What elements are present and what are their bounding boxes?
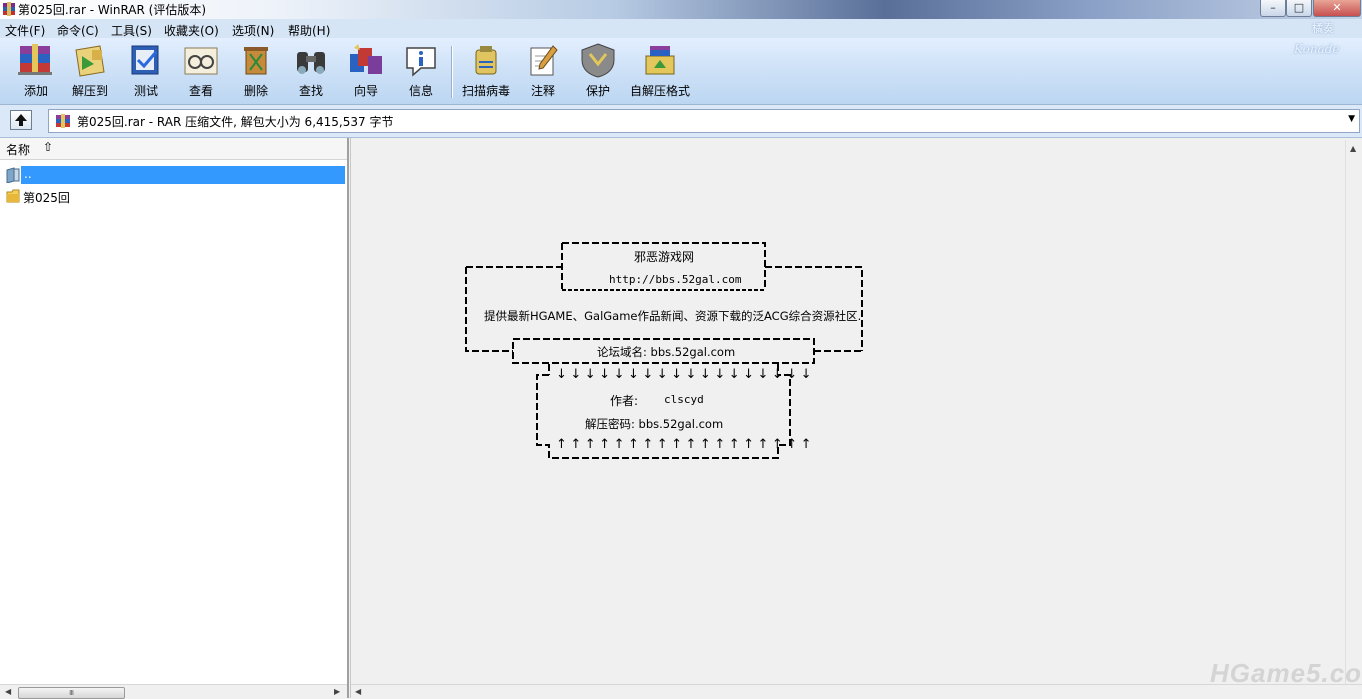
test-label: 测试 [133, 84, 158, 98]
extract-to-label: 解压到 [71, 84, 108, 98]
comment-label: 注释 [530, 84, 555, 98]
comment-description: 提供最新HGAME、GalGame作品新闻、资源下载的泛ACG综合资源社区. [484, 309, 862, 323]
list-item-name: 第025回 [23, 191, 70, 205]
skin-brand-cn: 橘奏 [1312, 22, 1334, 35]
extract-to-icon [75, 45, 105, 77]
find-binoculars-icon [297, 52, 325, 74]
test-icon [131, 45, 159, 75]
add-archive-icon [18, 44, 52, 75]
scroll-left-icon[interactable]: ◀ [355, 687, 361, 696]
address-bar: 第025回.rar - RAR 压缩文件, 解包大小为 6,415,537 字节… [0, 105, 1362, 138]
delete-button[interactable]: 删除 [230, 42, 282, 100]
up-folder-button[interactable] [10, 110, 32, 130]
maximize-button[interactable]: □ [1286, 0, 1312, 17]
add-button[interactable]: 添加 [10, 42, 62, 100]
comment-arrows-up: ↑↑↑↑↑↑↑↑↑↑↑↑↑↑↑↑↑↑ [556, 437, 816, 452]
sort-ascending-icon[interactable]: ⇧ [43, 140, 53, 154]
comment-forum-domain: 论坛域名: bbs.52gal.com [597, 345, 736, 359]
sfx-label: 自解压格式 [629, 84, 690, 98]
sfx-button[interactable]: 自解压格式 [628, 42, 692, 100]
delete-label: 删除 [243, 84, 268, 98]
title-bar: 第025回.rar - WinRAR (评估版本) – □ ✕ [0, 0, 1362, 19]
comment-site-name: 邪恶游戏网 [634, 250, 695, 264]
find-label: 查找 [298, 84, 323, 98]
vertical-scrollbar[interactable]: ▲ [1345, 140, 1362, 684]
parent-folder-icon [6, 167, 20, 183]
comment-icon [530, 45, 558, 76]
menu-bar: 文件(F) 命令(C) 工具(S) 收藏夹(O) 选项(N) 帮助(H) [0, 19, 1362, 39]
info-button[interactable]: 信息 [395, 42, 447, 100]
menu-options[interactable]: 选项(N) [232, 22, 274, 39]
view-button[interactable]: 查看 [175, 42, 227, 100]
skin-brand: Konade [1294, 42, 1340, 56]
address-text: 第025回.rar - RAR 压缩文件, 解包大小为 6,415,537 字节 [77, 115, 394, 129]
comment-author: clscyd [664, 393, 704, 406]
comment-arrows-down: ↓↓↓↓↓↓↓↓↓↓↓↓↓↓↓↓↓↓ [556, 367, 816, 382]
view-label: 查看 [188, 84, 213, 98]
menu-commands[interactable]: 命令(C) [57, 22, 99, 39]
file-list-pane: 名称 ⇧ .. 第025回 ◀ Ⅲ ▶ [0, 138, 349, 699]
extract-to-button[interactable]: 解压到 [64, 42, 116, 100]
watermark: HGame5.com [1210, 658, 1362, 688]
protect-button[interactable]: 保护 [572, 42, 624, 100]
protect-shield-icon [581, 43, 615, 78]
winrar-app-icon [3, 2, 15, 16]
scroll-left-icon[interactable]: ◀ [5, 687, 11, 696]
virus-scan-icon [475, 46, 497, 75]
address-field[interactable]: 第025回.rar - RAR 压缩文件, 解包大小为 6,415,537 字节… [48, 109, 1360, 133]
protect-label: 保护 [585, 84, 610, 98]
view-icon [184, 47, 218, 75]
comment-pane: 邪恶游戏网 http://bbs.52gal.com 提供最新HGAME、Gal… [350, 138, 1362, 699]
address-dropdown-icon[interactable]: ▼ [1348, 114, 1355, 124]
menu-favorites[interactable]: 收藏夹(O) [164, 22, 219, 39]
menu-file[interactable]: 文件(F) [5, 22, 45, 39]
scroll-right-icon[interactable]: ▶ [334, 687, 340, 696]
column-name-label: 名称 [6, 143, 31, 157]
wizard-label: 向导 [353, 84, 378, 98]
list-item-parent-folder[interactable]: .. [2, 166, 345, 184]
info-label: 信息 [408, 84, 433, 98]
list-item-name: .. [24, 167, 32, 181]
rar-archive-icon [56, 114, 70, 128]
test-button[interactable]: 测试 [120, 42, 172, 100]
minimize-button[interactable]: – [1260, 0, 1286, 17]
sfx-icon [645, 46, 675, 75]
toolbar: 添加 解压到 测试 查看 删除 查找 向导 信息 扫描病毒 注释 保护 自解压格… [0, 38, 1362, 105]
folder-icon [6, 189, 20, 203]
up-arrow-icon [15, 114, 27, 126]
add-label: 添加 [23, 84, 48, 98]
horizontal-scrollbar[interactable]: ◀ Ⅲ ▶ [0, 684, 347, 699]
toolbar-separator [451, 46, 452, 98]
list-item-folder[interactable]: 第025回 [2, 188, 345, 206]
menu-help[interactable]: 帮助(H) [288, 22, 330, 39]
comment-url: http://bbs.52gal.com [609, 273, 742, 286]
find-button[interactable]: 查找 [285, 42, 337, 100]
comment-button[interactable]: 注释 [517, 42, 569, 100]
wizard-button[interactable]: 向导 [340, 42, 392, 100]
comment-author-label: 作者: [610, 394, 639, 408]
scroll-up-icon[interactable]: ▲ [1350, 144, 1356, 153]
info-icon [406, 47, 436, 77]
column-header-name[interactable]: 名称 ⇧ [0, 138, 347, 160]
delete-icon [244, 47, 268, 75]
close-button[interactable]: ✕ [1313, 0, 1361, 17]
comment-password: 解压密码: bbs.52gal.com [585, 417, 724, 431]
scrollbar-thumb[interactable]: Ⅲ [18, 687, 125, 699]
selection-highlight [21, 166, 345, 184]
comment-border-art [465, 242, 863, 459]
menu-tools[interactable]: 工具(S) [111, 22, 152, 39]
virus-scan-button[interactable]: 扫描病毒 [458, 42, 514, 100]
wizard-icon [350, 44, 382, 74]
virus-scan-label: 扫描病毒 [461, 84, 510, 98]
window-title: 第025回.rar - WinRAR (评估版本) [18, 3, 207, 17]
